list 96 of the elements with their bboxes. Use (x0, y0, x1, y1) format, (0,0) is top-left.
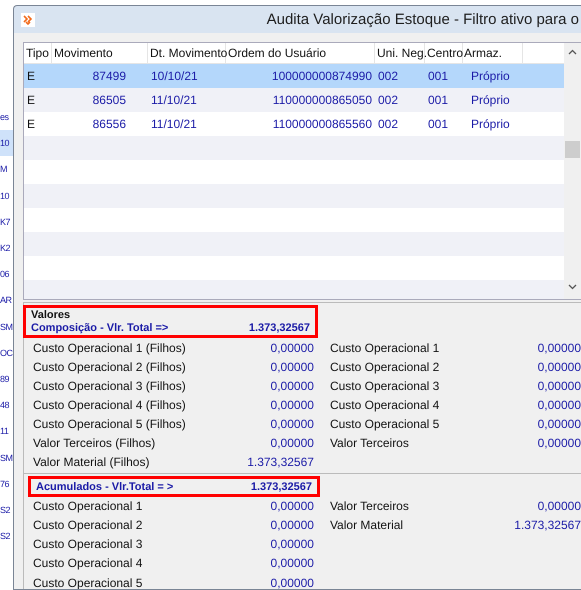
background-text: 76 (0, 478, 10, 489)
background-text: K7 (0, 216, 10, 227)
field-label: Valor Material (Filhos) (33, 455, 150, 470)
field-label: Custo Operacional 4 (Filhos) (33, 398, 186, 412)
field-value: 0,00000 (538, 360, 581, 374)
field-value: 0,00000 (270, 378, 314, 393)
table-cell-text: 11/10/21 (150, 92, 198, 109)
field-value: 0,00000 (270, 416, 314, 431)
table-row[interactable]: E 87499 10/10/21 100000000874990 002 001 Próprio (24, 64, 564, 88)
table-cell-text: 87499 (92, 68, 127, 85)
background-text: M (0, 164, 7, 174)
window-title: Audita Valorização Estoque - Filtro ativo para o (266, 11, 579, 28)
field-label: Custo Operacional 5 (330, 416, 440, 431)
background-text: SM (0, 452, 12, 463)
field-value: 0,00000 (538, 340, 581, 355)
background-text: S2 (0, 504, 10, 515)
field-value: 0,00000 (270, 576, 314, 589)
field-label: Custo Operacional 5 (Filhos) (33, 416, 186, 431)
table-cell-text: E (26, 68, 36, 85)
background-text: K2 (0, 243, 10, 254)
field-value: 0,00000 (270, 360, 314, 374)
table-cell-text: 001 (427, 68, 450, 85)
total-value: 1.373,32567 (248, 322, 310, 334)
field-value: 0,00000 (270, 340, 314, 355)
field-value: 0,00000 (270, 518, 314, 532)
field-value: 0,00000 (270, 436, 314, 450)
column-header[interactable]: Dt. Movimento (148, 43, 226, 63)
field-value: 0,00000 (538, 499, 581, 514)
field-label: Custo Operacional 4 (330, 398, 440, 412)
table-cell-text: 100000000874990 (270, 68, 373, 85)
total-label: Composição - Vlr. Total => (31, 322, 168, 334)
field-value: 0,00000 (270, 398, 314, 412)
field-label: Custo Operacional 2 (330, 360, 440, 374)
table-cell-text: 86505 (92, 92, 127, 109)
background-text: 10 (0, 138, 10, 148)
field-label: Custo Operacional 2 (Filhos) (33, 360, 186, 374)
field-label: Valor Terceiros (Filhos) (33, 436, 156, 450)
total-label: Acumulados - Vlr.Total = > (36, 480, 174, 493)
column-header[interactable]: Uni. Neg. (375, 43, 425, 63)
field-label: Valor Material (330, 518, 404, 532)
field-value: 0,00000 (538, 378, 581, 393)
background-text: S2 (0, 531, 10, 542)
background-text: 89 (0, 374, 10, 384)
field-label: Custo Operacional 2 (33, 518, 142, 532)
field-value: 1.373,32567 (514, 518, 581, 532)
background-text: OC (0, 348, 12, 358)
field-value: 0,00000 (270, 556, 314, 570)
background-text: SM (0, 322, 12, 332)
field-label: Valor Terceiros (330, 436, 409, 450)
background-text: 10 (0, 190, 10, 201)
table-cell-text: 110000000865050 (272, 92, 373, 109)
table-cell-text: Próprio (470, 68, 511, 85)
table-cell-text: 10/10/21 (150, 68, 199, 85)
field-value: 0,00000 (270, 499, 314, 514)
column-header[interactable]: Centro (425, 43, 463, 63)
table-cell-text: 001 (427, 92, 450, 109)
table-cell-text: E (26, 116, 36, 133)
field-label: Custo Operacional 1 (33, 499, 142, 514)
field-value: 1.373,32567 (247, 455, 314, 470)
table-cell-text: 002 (377, 92, 400, 109)
column-header[interactable]: Tipo (24, 43, 52, 63)
total-value: 1.373,32567 (250, 480, 312, 493)
field-label: Valor Terceiros (330, 499, 409, 514)
background-text: AR (0, 295, 12, 306)
table-cell-text: E (26, 92, 36, 109)
field-label: Custo Operacional 3 (Filhos) (33, 378, 186, 393)
table-cell-text: 11/10/21 (150, 116, 198, 133)
scrollbar[interactable] (564, 43, 581, 299)
table-cell-text: 86556 (92, 116, 127, 133)
field-value: 0,00000 (538, 398, 581, 412)
background-text: 48 (0, 400, 10, 410)
table-row[interactable]: E 86505 11/10/21 110000000865050 002 001 Próprio (24, 88, 564, 112)
table-cell-text: 002 (377, 68, 400, 85)
table-cell-text: Próprio (470, 116, 511, 133)
column-header[interactable]: Armaz. (463, 43, 523, 63)
field-label: Custo Operacional 3 (330, 378, 440, 393)
field-value: 0,00000 (538, 416, 581, 431)
scroll-thumb[interactable] (565, 141, 580, 158)
column-header[interactable]: Ordem do Usuário (226, 43, 375, 63)
field-label: Custo Operacional 4 (33, 556, 142, 570)
table-cell-text: 110000000865560 (272, 116, 373, 133)
background-text: 11 (0, 426, 8, 436)
table-cell-text: 002 (377, 116, 400, 133)
column-header[interactable]: Movimento (52, 43, 148, 63)
table-cell-text: 001 (427, 116, 450, 133)
background-text: es (0, 112, 9, 122)
field-label: Custo Operacional 5 (33, 576, 142, 589)
background-text: 06 (0, 269, 10, 280)
section-title: Valores (31, 309, 72, 321)
field-value: 0,00000 (270, 537, 314, 552)
field-label: Custo Operacional 3 (33, 537, 142, 552)
field-label: Custo Operacional 1 (Filhos) (33, 340, 186, 355)
field-value: 0,00000 (538, 436, 581, 450)
field-label: Custo Operacional 1 (330, 340, 440, 355)
table-cell-text: Próprio (470, 92, 511, 109)
app-icon (21, 12, 35, 26)
